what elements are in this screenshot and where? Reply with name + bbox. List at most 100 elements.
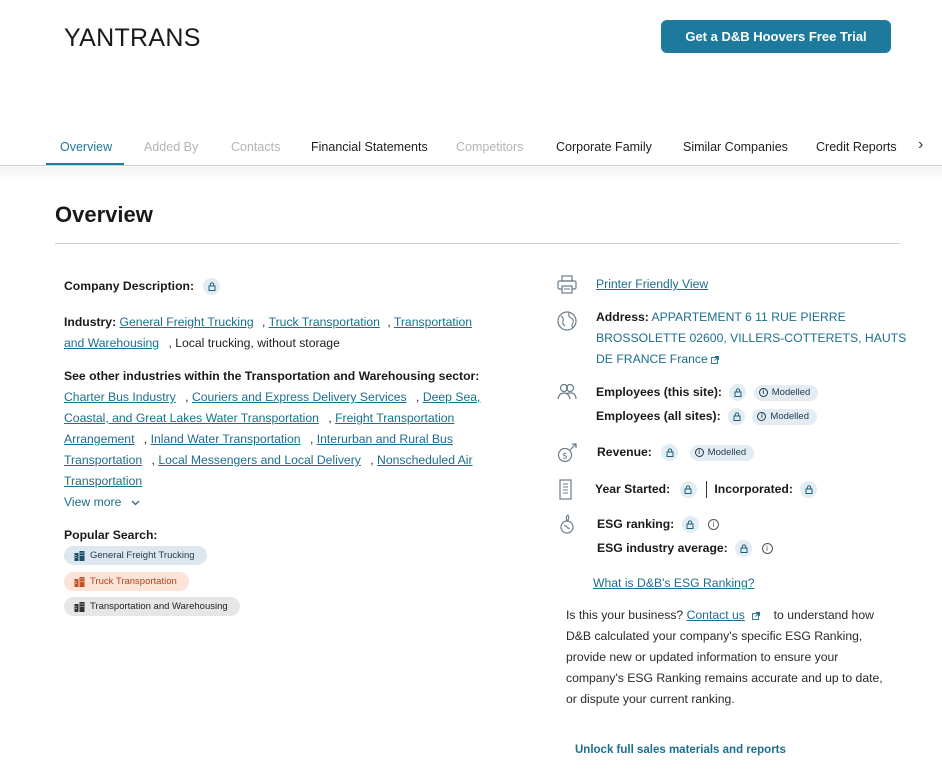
industry-link-warehousing[interactable]: and Warehousing — [64, 336, 159, 350]
external-link-icon — [711, 355, 720, 364]
industry-link-general-freight[interactable]: General Freight Trucking — [120, 315, 254, 329]
printer-icon — [557, 275, 577, 294]
address-label: Address: — [596, 310, 649, 324]
esg-para-line5: or dispute your current ranking. — [566, 692, 735, 706]
industry-link-transportation[interactable]: Transportation — [394, 315, 472, 329]
chevron-down-icon — [131, 492, 140, 513]
svg-text:$: $ — [562, 452, 568, 462]
industry-link[interactable]: Freight Transportation — [335, 411, 454, 425]
popular-search-label: Popular Search: — [64, 528, 158, 542]
esg-para-line2: D&B calculated your company's specific E… — [566, 629, 863, 643]
chevron-right-icon[interactable]: › — [918, 136, 923, 154]
popular-search-pill[interactable]: Transportation and Warehousing — [64, 597, 240, 616]
industry-link[interactable]: Local Messengers and Local Delivery — [158, 453, 361, 467]
esg-ranking-label: ESG ranking: — [597, 517, 675, 531]
tab-financial-statements[interactable]: Financial Statements — [311, 140, 428, 154]
lock-icon — [661, 444, 679, 462]
industry-link[interactable]: Couriers and Express Delivery Services — [192, 390, 407, 404]
industry-link[interactable]: Arrangement — [64, 432, 134, 446]
other-industries-block: See other industries within the Transpor… — [64, 366, 484, 513]
industry-link[interactable]: Nonscheduled Air — [377, 453, 473, 467]
lock-icon — [735, 540, 753, 558]
view-more-button[interactable]: View more — [64, 492, 484, 513]
free-trial-button[interactable]: Get a D&B Hoovers Free Trial — [661, 20, 891, 53]
esg-para-line3: provide new or updated information to en… — [566, 650, 839, 664]
esg-ranking-link[interactable]: What is D&B's ESG Ranking? — [593, 576, 755, 590]
address-line2: BROSSOLETTE 02600, VILLERS-COTTERETS, HA… — [596, 331, 907, 345]
info-icon[interactable]: i — [761, 543, 773, 555]
pill-label: General Freight Trucking — [90, 550, 195, 561]
industry-block: Industry: General Freight Trucking , Tru… — [64, 315, 473, 350]
info-icon: i — [758, 388, 768, 398]
section-title: Overview — [55, 202, 153, 227]
employees-all-label: Employees (all sites): — [596, 409, 721, 423]
info-icon: i — [694, 448, 704, 458]
tab-overview[interactable]: Overview — [60, 140, 112, 154]
esg-industry-row: ESG industry average: i — [597, 538, 773, 559]
view-more-label: View more — [64, 495, 122, 509]
printer-friendly-link[interactable]: Printer Friendly View — [596, 277, 708, 291]
badge-label: Modelled — [770, 411, 809, 423]
industry-building-icon — [74, 550, 85, 561]
company-description-row: Company Description: — [64, 276, 221, 297]
industry-link-truck-transportation[interactable]: Truck Transportation — [269, 315, 380, 329]
badge-label: Modelled — [771, 387, 811, 399]
lock-icon — [203, 278, 221, 296]
industry-link[interactable]: Deep Sea, — [423, 390, 481, 404]
tab-corporate-family[interactable]: Corporate Family — [556, 140, 652, 154]
revenue-row: Revenue: i Modelled — [597, 442, 755, 463]
tab-similar-companies[interactable]: Similar Companies — [683, 140, 788, 154]
lock-icon — [800, 481, 818, 499]
section-divider — [55, 243, 900, 244]
tab-bar: Overview Added By Contacts Financial Sta… — [0, 132, 942, 166]
tabs-shadow — [0, 167, 942, 183]
lock-icon — [728, 408, 746, 426]
lock-icon — [729, 384, 747, 402]
address-line3: DE FRANCE France — [596, 352, 708, 366]
industry-link[interactable]: Transportation — [64, 453, 142, 467]
esg-ranking-row: ESG ranking: i — [597, 514, 719, 535]
info-icon: i — [757, 412, 767, 422]
address-line3-row[interactable]: DE FRANCE France — [596, 349, 906, 370]
lock-icon — [681, 516, 699, 534]
contact-us-link[interactable]: Contact us — [687, 608, 745, 622]
industry-building-icon — [74, 601, 85, 612]
tab-competitors[interactable]: Competitors — [456, 140, 523, 154]
industry-link[interactable]: Charter Bus Industry — [64, 390, 176, 404]
badge-label: Modelled — [707, 447, 747, 459]
year-started-row: Year Started: Incorporated: — [595, 479, 818, 500]
active-tab-indicator — [46, 163, 124, 165]
people-icon — [557, 383, 577, 400]
employees-site-row: Employees (this site): i Modelled — [596, 382, 819, 403]
globe-icon — [557, 311, 577, 331]
divider — [705, 481, 707, 499]
pill-label: Transportation and Warehousing — [90, 601, 228, 612]
employees-site-label: Employees (this site): — [596, 385, 722, 399]
industry-text: , Local trucking, without storage — [168, 336, 340, 350]
tab-added-by[interactable]: Added By — [144, 140, 198, 154]
year-started-label: Year Started: — [595, 482, 671, 496]
industry-link[interactable]: Transportation — [64, 474, 142, 488]
building-icon — [559, 479, 572, 500]
industry-link[interactable]: Coastal, and Great Lakes Water Transport… — [64, 411, 319, 425]
tab-credit-reports[interactable]: Credit Reports — [816, 140, 897, 154]
esg-para-line4: company's ESG Ranking remains accurate a… — [566, 671, 883, 685]
employees-all-row: Employees (all sites): i Modelled — [596, 406, 817, 427]
unlock-materials-link[interactable]: Unlock full sales materials and reports — [575, 744, 786, 756]
other-industries-label: See other industries within the Transpor… — [64, 369, 480, 383]
tab-contacts[interactable]: Contacts — [231, 140, 280, 154]
address-line1: APPARTEMENT 6 11 RUE PIERRE — [651, 310, 846, 324]
industry-link[interactable]: Inland Water Transportation — [151, 432, 301, 446]
popular-search-pill[interactable]: Truck Transportation — [64, 572, 189, 591]
industry-building-icon — [74, 576, 85, 587]
pill-label: Truck Transportation — [90, 576, 177, 587]
esg-para-line1-suffix: to understand how — [773, 608, 874, 622]
esg-industry-label: ESG industry average: — [597, 541, 728, 555]
esg-para-prefix: Is this your business? — [566, 608, 684, 622]
industry-link[interactable]: Interurban and Rural Bus — [317, 432, 453, 446]
modelled-badge: i Modelled — [753, 384, 819, 401]
info-icon[interactable]: i — [707, 519, 719, 531]
description-label: Company Description: — [64, 279, 195, 293]
popular-search-pill[interactable]: General Freight Trucking — [64, 546, 207, 565]
revenue-label: Revenue: — [597, 445, 652, 459]
